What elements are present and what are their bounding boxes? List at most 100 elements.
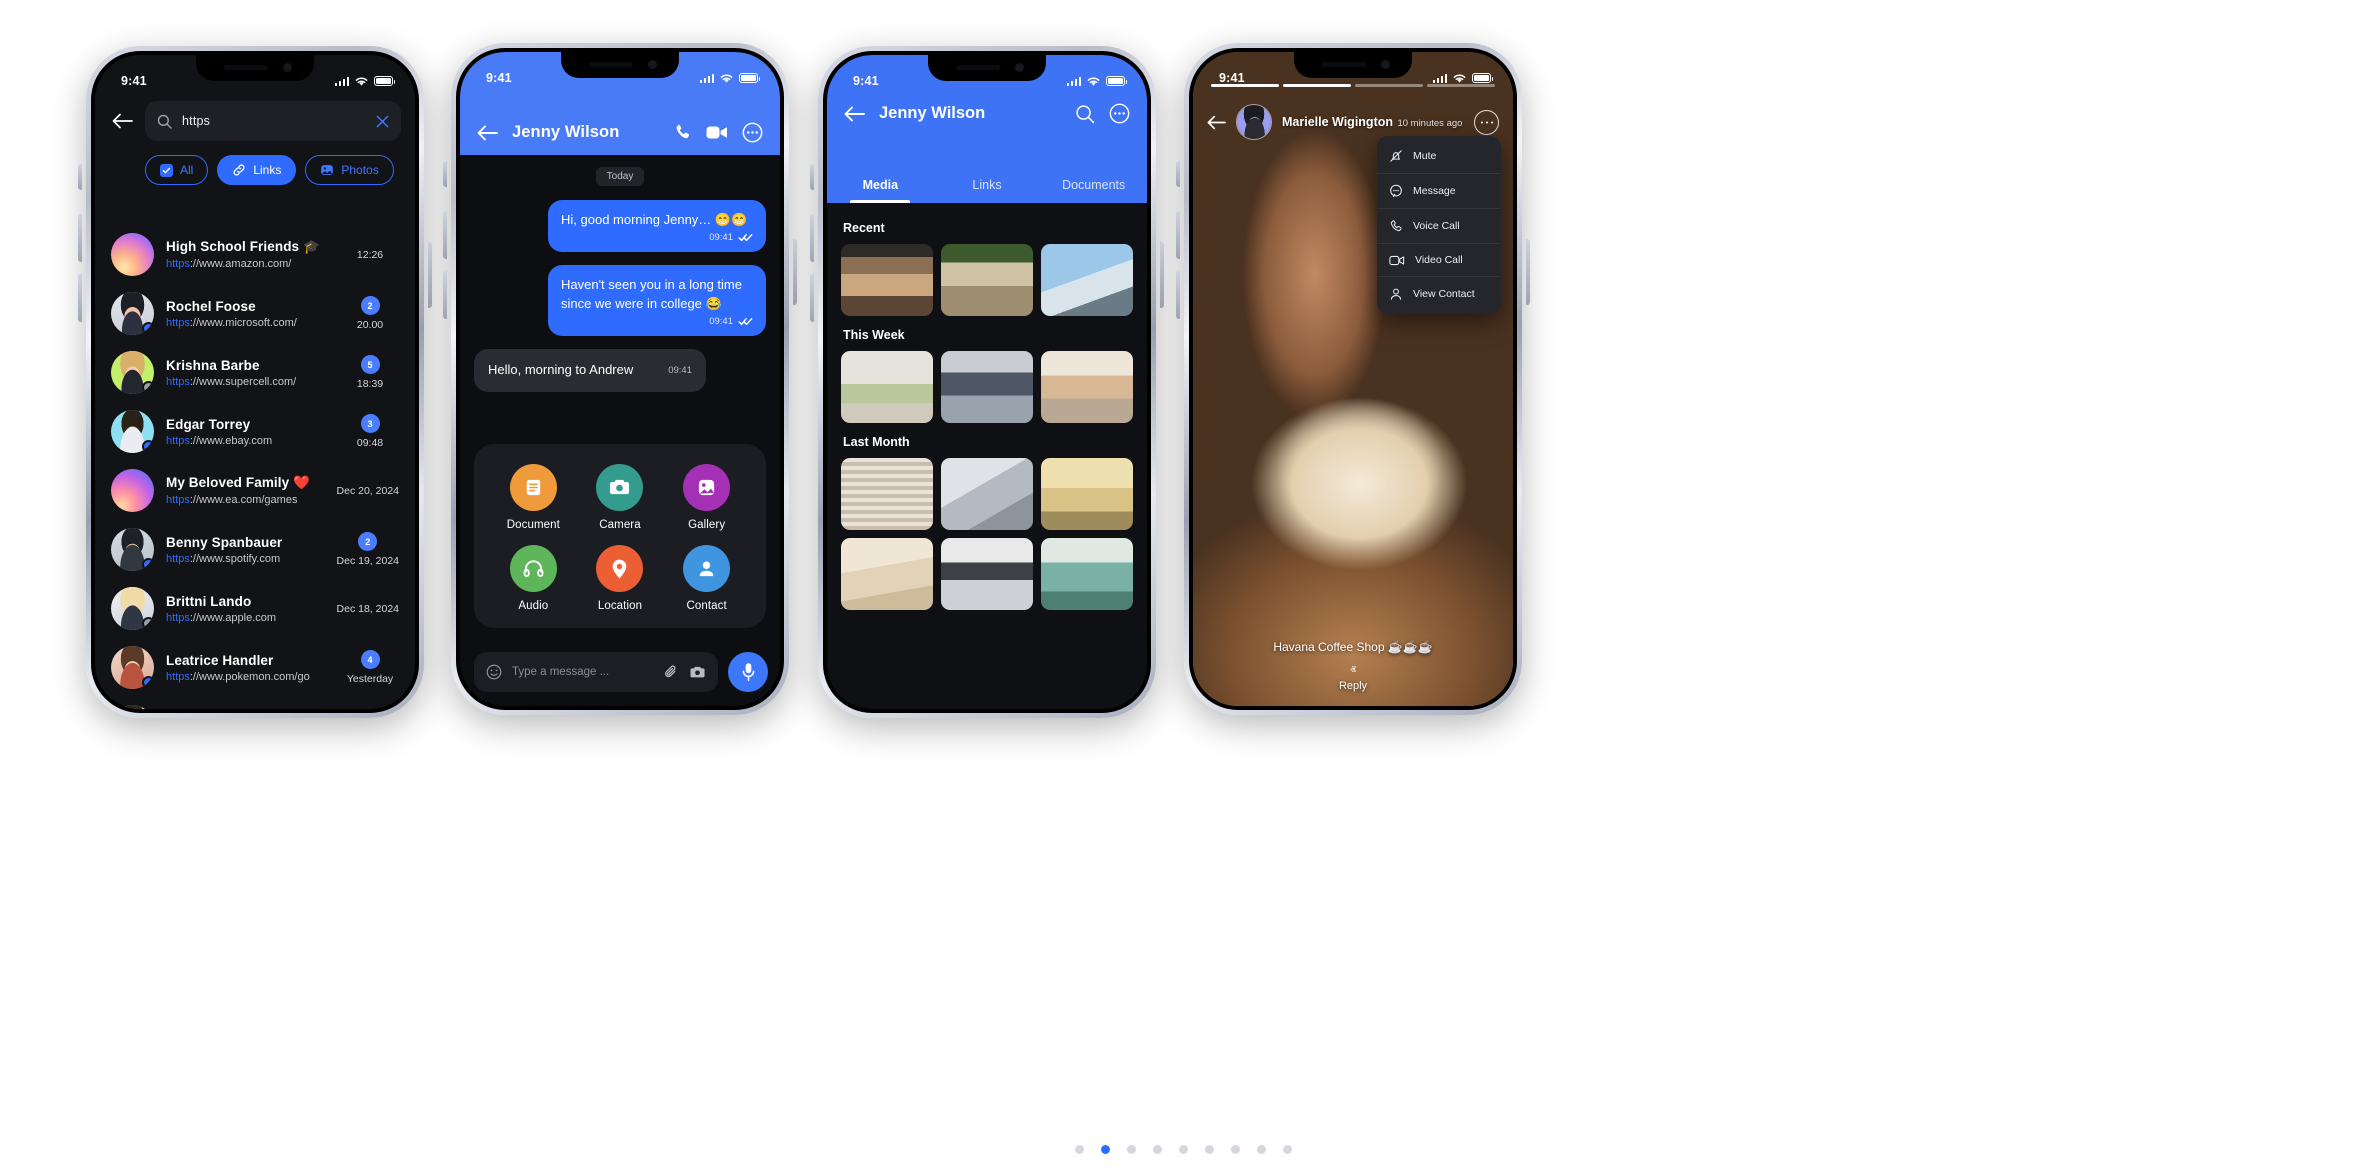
- search-input[interactable]: https: [145, 101, 401, 141]
- volume-down-button[interactable]: [1176, 271, 1180, 319]
- media-thumbnail[interactable]: [841, 538, 933, 610]
- pagination-dot[interactable]: [1178, 1145, 1188, 1154]
- back-button[interactable]: [1207, 115, 1226, 130]
- battery-icon: [374, 76, 396, 86]
- list-item[interactable]: Leatrice Handler https://www.pokemon.com…: [95, 638, 415, 697]
- media-thumbnail[interactable]: [1041, 244, 1133, 316]
- more-circle-icon[interactable]: [742, 122, 763, 143]
- chip-photos[interactable]: Photos: [305, 155, 394, 185]
- menu-item-video-call[interactable]: Video Call: [1377, 243, 1501, 276]
- pagination-dot[interactable]: [1074, 1145, 1084, 1154]
- list-item[interactable]: High School Friends 🎓 https://www.amazon…: [95, 225, 415, 284]
- paperclip-icon[interactable]: [663, 664, 679, 680]
- search-value: https: [182, 114, 211, 128]
- chip-all[interactable]: All: [145, 155, 209, 185]
- link-results-list[interactable]: High School Friends 🎓 https://www.amazon…: [95, 225, 415, 709]
- attachment-option-camera[interactable]: Camera: [577, 464, 664, 531]
- list-item[interactable]: Brittni Lando https://www.apple.com Dec …: [95, 579, 415, 638]
- voice-record-button[interactable]: [728, 652, 768, 692]
- pagination-dot[interactable]: [1126, 1145, 1136, 1154]
- pagination-dot[interactable]: [1230, 1145, 1240, 1154]
- story-context-menu[interactable]: Mute Message Voice Call Video Call View …: [1377, 136, 1501, 314]
- media-thumbnail[interactable]: [941, 351, 1033, 423]
- list-item[interactable]: Krishna Barbe https://www.supercell.com/…: [95, 343, 415, 402]
- message-input[interactable]: Type a message ...: [474, 652, 718, 692]
- volume-up-button[interactable]: [443, 211, 447, 259]
- pagination-dot[interactable]: [1256, 1145, 1266, 1154]
- back-button[interactable]: [844, 106, 865, 122]
- power-button[interactable]: [1526, 239, 1530, 305]
- silent-switch[interactable]: [78, 164, 82, 190]
- avatar: [111, 233, 154, 276]
- message-bubble-incoming[interactable]: Hello, morning to Andrew 09:41: [474, 349, 706, 392]
- pagination-dot[interactable]: [1282, 1145, 1292, 1154]
- tab-links[interactable]: Links: [934, 178, 1041, 203]
- attachment-label: Contact: [686, 600, 727, 612]
- power-button[interactable]: [1160, 242, 1164, 308]
- list-item[interactable]: Edgar Torrey https://www.ebay.com 3 09:4…: [95, 402, 415, 461]
- phone-icon[interactable]: [673, 123, 692, 142]
- attachment-option-gallery[interactable]: Gallery: [663, 464, 750, 531]
- volume-down-button[interactable]: [78, 274, 82, 322]
- list-item[interactable]: Rochel Foose https://www.microsoft.com/ …: [95, 284, 415, 343]
- menu-item-voice-call[interactable]: Voice Call: [1377, 208, 1501, 243]
- volume-down-button[interactable]: [810, 274, 814, 322]
- camera-icon[interactable]: [689, 665, 706, 680]
- media-thumbnail[interactable]: [1041, 458, 1133, 530]
- media-thumbnail[interactable]: [941, 538, 1033, 610]
- volume-up-button[interactable]: [1176, 211, 1180, 259]
- media-thumbnail[interactable]: [941, 244, 1033, 316]
- power-button[interactable]: [793, 239, 797, 305]
- attachment-option-location[interactable]: Location: [577, 545, 664, 612]
- pagination-dot[interactable]: [1152, 1145, 1162, 1154]
- video-camera-icon[interactable]: [706, 125, 728, 140]
- smiley-icon[interactable]: [486, 664, 502, 680]
- more-circle-icon[interactable]: [1474, 109, 1499, 135]
- screenshot-canvas: 9:41 https All Links Photos High School …: [0, 0, 2366, 1170]
- tab-documents[interactable]: Documents: [1040, 178, 1147, 203]
- message-bubble-outgoing[interactable]: Hi, good morning Jenny… 😁😁 09:41: [548, 200, 766, 253]
- volume-up-button[interactable]: [810, 214, 814, 262]
- media-thumbnail[interactable]: [1041, 538, 1133, 610]
- avatar: [111, 528, 154, 571]
- menu-item-mute[interactable]: Mute: [1377, 139, 1501, 173]
- carousel-pagination[interactable]: [0, 1145, 2366, 1154]
- attachment-option-document[interactable]: Document: [490, 464, 577, 531]
- list-item-url: https://www.ebay.com: [166, 434, 273, 447]
- media-grid-scroll[interactable]: Recent This Week Last Month: [827, 203, 1147, 709]
- media-thumbnail[interactable]: [841, 458, 933, 530]
- attachment-option-audio[interactable]: Audio: [490, 545, 577, 612]
- silent-switch[interactable]: [1176, 161, 1180, 187]
- chip-links[interactable]: Links: [217, 155, 297, 185]
- search-icon[interactable]: [1075, 104, 1095, 124]
- presence-indicator: [142, 440, 154, 453]
- media-thumbnail[interactable]: [841, 351, 933, 423]
- list-item[interactable]: Leif Floyd: [95, 697, 415, 709]
- menu-item-view-contact[interactable]: View Contact: [1377, 276, 1501, 311]
- media-thumbnail[interactable]: [941, 458, 1033, 530]
- power-button[interactable]: [428, 242, 432, 308]
- volume-down-button[interactable]: [443, 271, 447, 319]
- media-thumbnail[interactable]: [1041, 351, 1133, 423]
- notch: [196, 55, 314, 81]
- tab-media[interactable]: Media: [827, 178, 934, 203]
- back-button[interactable]: [477, 125, 498, 141]
- silent-switch[interactable]: [443, 161, 447, 187]
- more-circle-icon[interactable]: [1109, 103, 1130, 124]
- silent-switch[interactable]: [810, 164, 814, 190]
- media-thumbnail[interactable]: [841, 244, 933, 316]
- message-text: Hi, good morning Jenny… 😁😁: [561, 212, 748, 227]
- story-header: Marielle Wigington 10 minutes ago: [1193, 104, 1513, 140]
- attachment-option-contact[interactable]: Contact: [663, 545, 750, 612]
- volume-up-button[interactable]: [78, 214, 82, 262]
- list-item[interactable]: My Beloved Family ❤️ https://www.ea.com/…: [95, 461, 415, 520]
- back-button[interactable]: [109, 108, 135, 134]
- pagination-dot[interactable]: [1204, 1145, 1214, 1154]
- message-bubble-outgoing[interactable]: Haven't seen you in a long time since we…: [548, 265, 766, 337]
- list-item[interactable]: Benny Spanbauer https://www.spotify.com …: [95, 520, 415, 579]
- avatar[interactable]: [1236, 104, 1272, 140]
- menu-item-message[interactable]: Message: [1377, 173, 1501, 208]
- story-reply[interactable]: ⱏ Reply: [1193, 664, 1513, 692]
- pagination-dot-active[interactable]: [1100, 1145, 1110, 1154]
- clear-search-icon[interactable]: [376, 115, 389, 128]
